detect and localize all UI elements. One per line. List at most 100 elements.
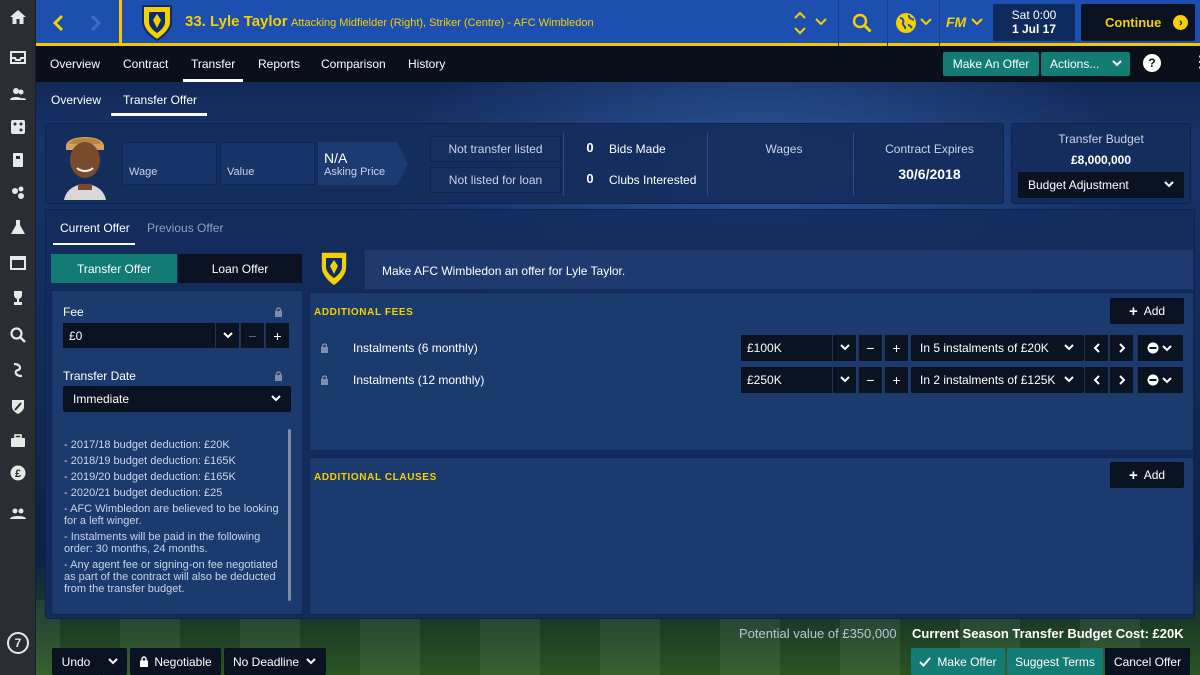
search-icon[interactable] bbox=[0, 318, 36, 352]
fm-logo[interactable]: FM bbox=[946, 14, 966, 30]
player-name: 33. Lyle Taylor bbox=[185, 13, 288, 30]
notes-scrollbar[interactable] bbox=[288, 429, 291, 601]
make-offer-button[interactable]: Make Offer bbox=[911, 648, 1005, 675]
fee-amount-input[interactable]: £250K bbox=[741, 367, 833, 393]
transfer-status-chip: Not transfer listed bbox=[430, 136, 561, 162]
trophy-icon[interactable] bbox=[0, 281, 36, 315]
deadline-label: No Deadline bbox=[233, 654, 300, 669]
add-fee-label: Add bbox=[1143, 304, 1166, 318]
forward-button[interactable] bbox=[78, 0, 114, 46]
tab-previous-offer[interactable]: Previous Offer bbox=[147, 221, 223, 235]
previous-option-button[interactable] bbox=[1084, 367, 1108, 393]
subtab-active-indicator bbox=[111, 113, 207, 116]
tab-current-offer[interactable]: Current Offer bbox=[60, 221, 130, 235]
chevron-down-icon[interactable] bbox=[815, 17, 827, 27]
transfer-offer-toggle[interactable]: Transfer Offer bbox=[51, 254, 177, 283]
fee-decrease-button[interactable]: − bbox=[240, 323, 264, 348]
transfer-date-select[interactable]: Immediate bbox=[63, 386, 291, 412]
fee-amount-dropdown[interactable] bbox=[832, 335, 856, 361]
club-crest bbox=[320, 251, 348, 287]
fee-increase-button[interactable]: + bbox=[884, 367, 908, 393]
player-scroll-icon[interactable] bbox=[793, 7, 807, 39]
fee-decrease-button[interactable]: − bbox=[858, 335, 882, 361]
club-icon[interactable] bbox=[0, 390, 36, 424]
tab-reports[interactable]: Reports bbox=[258, 46, 300, 82]
instalment-plan-select[interactable]: In 2 instalments of £125K bbox=[911, 367, 1084, 393]
remove-icon bbox=[1147, 342, 1172, 354]
tab-contract[interactable]: Contract bbox=[123, 46, 168, 82]
world-icon[interactable] bbox=[895, 12, 917, 34]
help-icon[interactable]: ? bbox=[1143, 54, 1161, 72]
instalment-plan-select[interactable]: In 5 instalments of £20K bbox=[911, 335, 1084, 361]
fee-increase-button[interactable]: + bbox=[265, 323, 289, 348]
game-date[interactable]: Sat 0:00 1 Jul 17 bbox=[993, 4, 1075, 41]
briefcase-icon[interactable] bbox=[0, 424, 36, 458]
negotiable-label: Negotiable bbox=[154, 654, 212, 669]
lock-icon[interactable] bbox=[274, 307, 283, 317]
transfers-icon[interactable] bbox=[0, 353, 36, 387]
squad-icon[interactable] bbox=[0, 77, 36, 111]
tab-overview[interactable]: Overview bbox=[50, 46, 100, 82]
notification-badge[interactable]: 7 bbox=[0, 626, 36, 660]
cancel-offer-button[interactable]: Cancel Offer bbox=[1105, 648, 1190, 675]
fee-dropdown-button[interactable] bbox=[215, 323, 239, 348]
home-icon[interactable] bbox=[0, 0, 36, 34]
loan-status-chip: Not listed for loan bbox=[430, 167, 561, 193]
fee-name: Instalments (12 monthly) bbox=[353, 373, 485, 387]
chevron-down-icon bbox=[222, 331, 233, 338]
fee-amount-input[interactable]: £100K bbox=[741, 335, 833, 361]
previous-option-button[interactable] bbox=[1084, 335, 1108, 361]
search-icon[interactable] bbox=[852, 13, 872, 33]
back-button[interactable] bbox=[40, 0, 76, 46]
staff-icon[interactable] bbox=[0, 210, 36, 244]
more-menu-icon[interactable]: ⋮ bbox=[1190, 54, 1200, 74]
arrow-right-icon: › bbox=[1173, 15, 1189, 30]
make-an-offer-button[interactable]: Make An Offer bbox=[943, 52, 1039, 76]
date-time: Sat 0:00 bbox=[1011, 8, 1057, 22]
fee-increase-button[interactable]: + bbox=[884, 335, 908, 361]
tab-transfer[interactable]: Transfer bbox=[182, 46, 244, 82]
add-clause-button[interactable]: + Add bbox=[1110, 462, 1184, 488]
tactics-icon[interactable] bbox=[0, 110, 36, 144]
actions-dropdown[interactable]: Actions... bbox=[1041, 52, 1130, 76]
next-option-button[interactable] bbox=[1109, 335, 1133, 361]
transfer-budget-panel: Transfer Budget £8,000,000 Budget Adjust… bbox=[1011, 123, 1191, 204]
development-icon[interactable] bbox=[0, 497, 36, 531]
training-icon[interactable] bbox=[0, 143, 36, 177]
continue-button[interactable]: Continue › bbox=[1081, 4, 1195, 41]
subtab-transfer-offer[interactable]: Transfer Offer bbox=[123, 93, 197, 107]
chevron-down-icon[interactable] bbox=[920, 17, 932, 27]
additional-fees-panel: ADDITIONAL FEES + Add Instalments (6 mont… bbox=[309, 292, 1194, 451]
inbox-icon[interactable] bbox=[0, 40, 36, 74]
tab-history[interactable]: History bbox=[408, 46, 445, 82]
loan-offer-toggle[interactable]: Loan Offer bbox=[178, 254, 302, 283]
chevron-right-icon bbox=[1118, 343, 1125, 353]
schedule-icon[interactable] bbox=[0, 246, 36, 280]
undo-dropdown-button[interactable] bbox=[99, 648, 127, 675]
deadline-select[interactable]: No Deadline bbox=[224, 648, 326, 675]
additional-clauses-title: ADDITIONAL CLAUSES bbox=[314, 472, 437, 483]
fee-amount-dropdown[interactable] bbox=[832, 367, 856, 393]
chevron-down-icon[interactable] bbox=[971, 17, 983, 27]
remove-fee-button[interactable] bbox=[1137, 335, 1183, 361]
negotiable-button[interactable]: Negotiable bbox=[130, 648, 221, 675]
player-description[interactable]: Attacking Midfielder (Right), Striker (C… bbox=[291, 17, 594, 29]
remove-fee-button[interactable] bbox=[1137, 367, 1183, 393]
budget-adjustment-select[interactable]: Budget Adjustment bbox=[1018, 172, 1184, 198]
fee-name: Instalments (6 monthly) bbox=[353, 341, 478, 355]
lock-icon[interactable] bbox=[274, 371, 283, 381]
subtab-overview[interactable]: Overview bbox=[51, 93, 101, 107]
tab-comparison[interactable]: Comparison bbox=[321, 46, 386, 82]
chevron-up-down-icon bbox=[794, 11, 806, 35]
next-option-button[interactable] bbox=[1109, 367, 1133, 393]
lock-icon[interactable] bbox=[320, 343, 329, 353]
suggest-terms-button[interactable]: Suggest Terms bbox=[1007, 648, 1103, 675]
add-fee-button[interactable]: + Add bbox=[1110, 298, 1184, 324]
fee-decrease-button[interactable]: − bbox=[858, 367, 882, 393]
undo-button[interactable]: Undo bbox=[52, 648, 100, 675]
scouting-icon[interactable] bbox=[0, 176, 36, 210]
fee-input[interactable]: £0 bbox=[63, 323, 216, 348]
instalment-plan-label: In 5 instalments of £20K bbox=[920, 341, 1049, 355]
lock-icon[interactable] bbox=[320, 375, 329, 385]
finances-icon[interactable]: £ bbox=[0, 456, 36, 490]
